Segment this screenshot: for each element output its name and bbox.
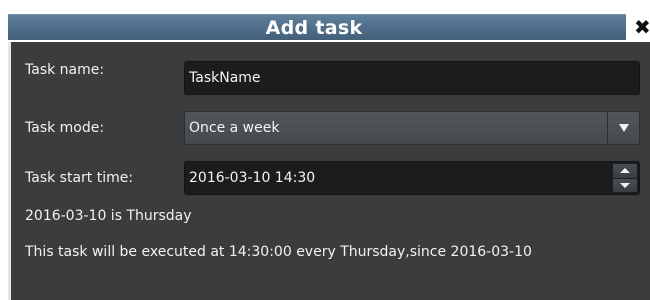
- task-start-time-value[interactable]: 2016-03-10 14:30: [189, 162, 315, 194]
- weekday-note: 2016-03-10 is Thursday: [25, 208, 192, 224]
- dropdown-button[interactable]: [607, 112, 639, 144]
- schedule-summary: This task will be executed at 14:30:00 e…: [25, 244, 532, 260]
- task-mode-select[interactable]: Once a week: [184, 111, 640, 145]
- dialog-title-bar: Add task: [8, 14, 626, 40]
- close-button[interactable]: ✖: [634, 14, 650, 40]
- spin-down-icon: [620, 182, 630, 188]
- task-name-input[interactable]: TaskName: [184, 61, 640, 95]
- time-spinner[interactable]: [613, 164, 637, 192]
- task-start-time-label: Task start time:: [25, 170, 134, 186]
- task-start-time-input[interactable]: 2016-03-10 14:30: [184, 161, 640, 195]
- task-mode-value[interactable]: Once a week: [189, 112, 279, 144]
- task-mode-label: Task mode:: [25, 120, 105, 136]
- task-name-value[interactable]: TaskName: [189, 62, 261, 94]
- spin-up-icon: [620, 168, 630, 174]
- dialog-title: Add task: [265, 17, 363, 39]
- dialog-body: Task name: TaskName Task mode: Once a we…: [8, 42, 650, 300]
- task-name-label: Task name:: [25, 62, 105, 78]
- spin-up-button[interactable]: [613, 164, 637, 178]
- chevron-down-icon: [618, 124, 629, 132]
- close-icon[interactable]: ✖: [634, 15, 650, 39]
- spin-down-button[interactable]: [613, 177, 637, 192]
